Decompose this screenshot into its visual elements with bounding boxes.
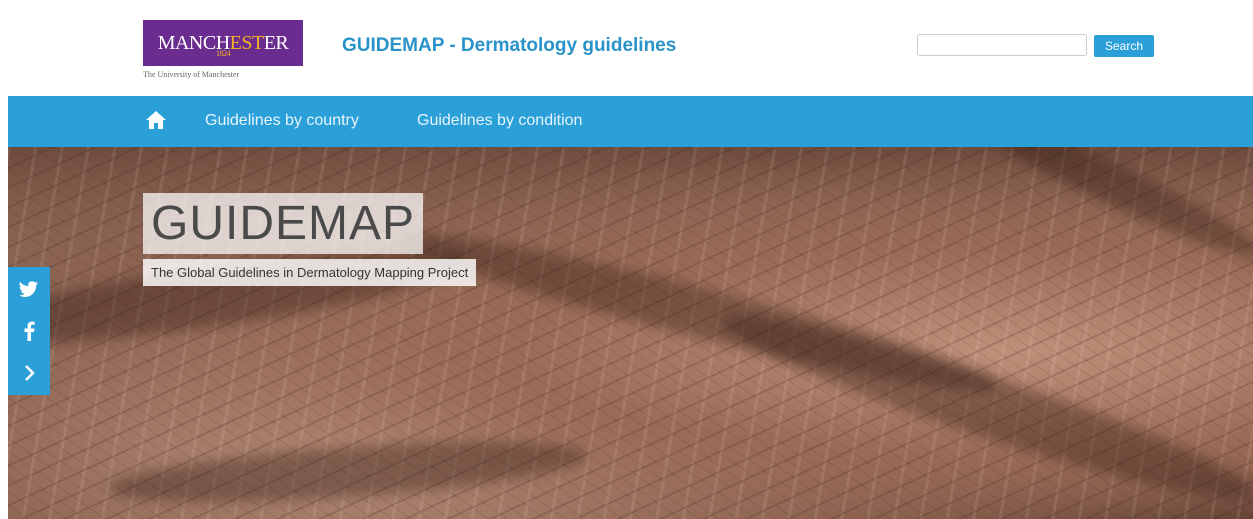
logo-wordmark: MANCH EST ER 1824 bbox=[143, 20, 303, 66]
search-button[interactable]: Search bbox=[1094, 35, 1154, 57]
site-header: MANCH EST ER 1824 The University of Manche… bbox=[0, 0, 1253, 95]
skin-fold-shadow bbox=[712, 291, 1253, 519]
main-nav: Guidelines by country Guidelines by cond… bbox=[8, 96, 1253, 147]
chevron-right-icon[interactable] bbox=[8, 353, 50, 393]
search-input[interactable] bbox=[917, 34, 1087, 56]
facebook-icon[interactable] bbox=[8, 311, 50, 351]
twitter-icon[interactable] bbox=[8, 269, 50, 309]
logo-year: 1824 bbox=[216, 49, 231, 58]
social-share-bar bbox=[8, 267, 50, 395]
logo-subtitle: The University of Manchester bbox=[143, 70, 240, 79]
skin-fold-shadow bbox=[106, 430, 590, 514]
nav-link-guidelines-by-condition[interactable]: Guidelines by condition bbox=[417, 112, 582, 130]
university-logo[interactable]: MANCH EST ER 1824 The University of Manche… bbox=[143, 20, 305, 86]
home-icon[interactable] bbox=[145, 110, 167, 130]
nav-link-guidelines-by-country[interactable]: Guidelines by country bbox=[205, 112, 359, 130]
site-title[interactable]: GUIDEMAP - Dermatology guidelines bbox=[342, 35, 676, 57]
skin-fold-shadow bbox=[964, 147, 1253, 273]
hero-title: GUIDEMAP bbox=[143, 193, 424, 254]
hero-subtitle: The Global Guidelines in Dermatology Map… bbox=[143, 259, 477, 286]
